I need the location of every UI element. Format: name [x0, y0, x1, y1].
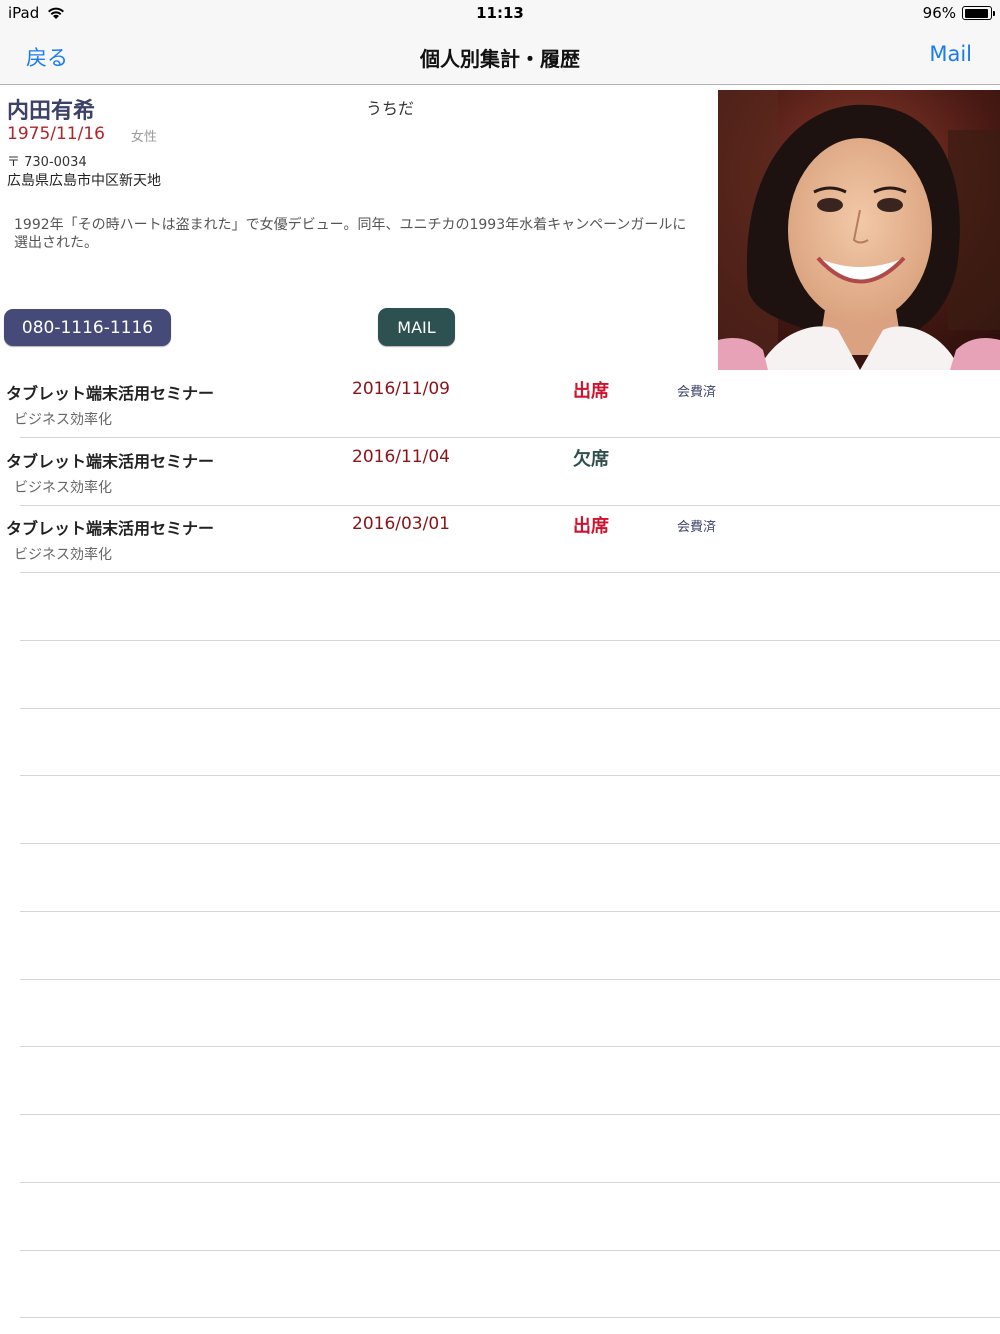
event-date: 2016/11/09 [352, 379, 450, 399]
portrait-image [718, 90, 1000, 370]
event-date: 2016/03/01 [352, 514, 450, 534]
battery-percent: 96% [922, 4, 956, 22]
battery-icon [962, 6, 995, 20]
status-bar: iPad 11:13 96% [0, 0, 1000, 28]
attendance-status: 出席 [573, 381, 609, 402]
event-date: 2016/11/04 [352, 447, 450, 467]
empty-row-separator [20, 843, 1000, 844]
fee-status: 会費済 [677, 385, 717, 400]
profile-gender: 女性 [131, 130, 158, 145]
history-row[interactable]: タブレット端末活用セミナー ビジネス効率化 2016/11/04 欠席 [0, 438, 1000, 506]
status-right: 96% [922, 4, 995, 22]
profile-bio: 1992年「その時ハートは盗まれた」で女優デビュー。同年、ユニチカの1993年水… [14, 217, 687, 251]
profile-address: 広島県広島市中区新天地 [7, 173, 161, 189]
event-category: ビジネス効率化 [14, 480, 112, 496]
event-title: タブレット端末活用セミナー [6, 452, 215, 471]
status-time: 11:13 [476, 4, 524, 22]
phone-call-button[interactable]: 080-1116-1116 [4, 309, 171, 346]
event-title: タブレット端末活用セミナー [6, 519, 215, 538]
history-row[interactable]: タブレット端末活用セミナー ビジネス効率化 2016/11/09 出席 会費済 [0, 370, 1000, 438]
profile-photo [718, 90, 1000, 370]
event-category: ビジネス効率化 [14, 547, 112, 563]
profile-name: 内田有希 [7, 99, 96, 124]
empty-row-separator [20, 708, 1000, 709]
empty-row-separator [20, 979, 1000, 980]
row-divider [20, 572, 1000, 573]
event-title: タブレット端末活用セミナー [6, 384, 215, 403]
empty-row-separator [20, 1317, 1000, 1318]
fee-status: 会費済 [677, 520, 717, 535]
attendance-status: 欠席 [573, 449, 609, 470]
back-button[interactable]: 戻る [26, 42, 68, 72]
event-category: ビジネス効率化 [14, 412, 112, 428]
empty-row-separator [20, 775, 1000, 776]
empty-row-separator [20, 640, 1000, 641]
mail-nav-button[interactable]: Mail [929, 42, 972, 66]
empty-row-separator [20, 1250, 1000, 1251]
history-row[interactable]: タブレット端末活用セミナー ビジネス効率化 2016/03/01 出席 会費済 [0, 505, 1000, 573]
profile-postal-code: 〒 730-0034 [7, 155, 87, 170]
empty-row-separator [20, 1046, 1000, 1047]
empty-row-separator [20, 1182, 1000, 1183]
attendance-status: 出席 [573, 516, 609, 537]
mail-button[interactable]: MAIL [378, 308, 455, 346]
battery-fill [964, 8, 988, 18]
empty-row-separator [20, 1114, 1000, 1115]
empty-row-separator [20, 911, 1000, 912]
profile-kana: うちだ [366, 99, 415, 118]
profile-birthday: 1975/11/16 [7, 124, 105, 144]
page-title: 個人別集計・履歴 [420, 47, 580, 71]
navigation-bar: 戻る 個人別集計・履歴 Mail [0, 28, 1000, 85]
